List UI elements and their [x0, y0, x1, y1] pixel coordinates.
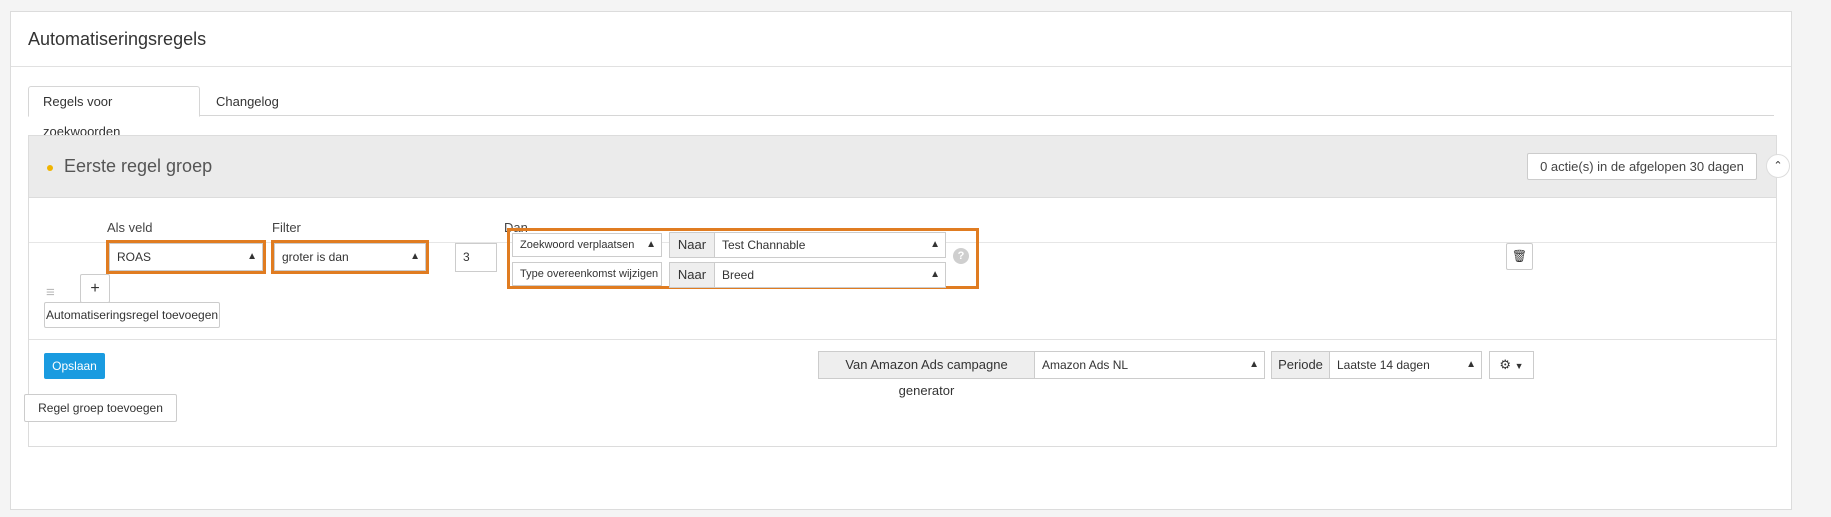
select-arrows-icon: ▲︎ [1249, 359, 1259, 370]
action-select-1[interactable]: Zoekwoord verplaatsen ▲︎ [512, 233, 662, 257]
source-label: Van Amazon Ads campagne generator [818, 351, 1035, 398]
period-select-value: Laatste 14 dagen [1337, 358, 1430, 372]
source-select[interactable]: Amazon Ads NL ▲︎ [1034, 351, 1265, 379]
column-header-field: Als veld [107, 220, 153, 235]
action-select-2-value: Type overeenkomst wijzigen [520, 268, 659, 280]
source-select-value: Amazon Ads NL [1042, 358, 1129, 372]
target-select-1[interactable]: Test Channable ▲︎ [714, 232, 946, 258]
plus-icon: + [90, 280, 100, 297]
add-rule-button[interactable]: Automatiseringsregel toevoegen [44, 302, 220, 328]
select-arrows-icon: ▲︎ [1466, 359, 1476, 370]
page-title: Automatiseringsregels [28, 29, 207, 49]
collapse-button[interactable]: ⌃ [1766, 154, 1790, 178]
period-select[interactable]: Laatste 14 dagen ▲︎ [1329, 351, 1482, 379]
to-label-1: Naar [669, 232, 715, 258]
target-select-2-value: Breed [722, 268, 755, 282]
help-icon[interactable]: ? [953, 248, 969, 264]
save-button[interactable]: Opslaan [44, 353, 105, 379]
trash-icon: 🗑 [1511, 249, 1528, 263]
select-arrows-icon: ▲︎ [930, 269, 940, 280]
automation-rules-panel: Automatiseringsregels Regels voor zoekwo… [10, 11, 1792, 510]
actions-count-badge: 0 actie(s) in de afgelopen 30 dagen [1527, 153, 1757, 180]
select-arrows-icon: ▲︎ [410, 251, 420, 262]
rule-group-header: Eerste regel groep 0 actie(s) in de afge… [29, 136, 1790, 198]
rule-group-title: Eerste regel groep [64, 156, 213, 176]
divider [29, 339, 1776, 340]
filter-select-value: groter is dan [282, 250, 349, 264]
select-arrows-icon: ▲︎ [646, 239, 656, 250]
add-rule-group-button[interactable]: Regel groep toevoegen [24, 394, 177, 422]
threshold-input[interactable]: 3 [455, 243, 497, 272]
to-label-2: Naar [669, 262, 715, 288]
settings-dropdown-button[interactable]: ⚙ ▼ [1489, 351, 1534, 379]
gear-icon: ⚙ [1499, 357, 1512, 372]
filter-select[interactable]: groter is dan ▲︎ [271, 240, 429, 274]
field-select[interactable]: ROAS ▲︎ [106, 240, 266, 274]
caret-down-icon: ▼ [1514, 361, 1524, 371]
action-select-2[interactable]: Type overeenkomst wijzigen [512, 262, 662, 286]
select-arrows-icon: ▲︎ [930, 239, 940, 250]
field-select-value: ROAS [117, 250, 152, 264]
chevron-up-icon: ⌃ [1773, 160, 1783, 172]
tab-changelog[interactable]: Changelog [201, 86, 291, 117]
drag-handle-icon[interactable]: ≡ [46, 284, 55, 301]
target-select-1-value: Test Channable [722, 238, 806, 252]
rule-group: Eerste regel groep 0 actie(s) in de afge… [28, 135, 1790, 447]
select-arrows-icon: ▲︎ [247, 251, 257, 262]
tab-bar: Regels voor zoekwoorden Changelog [28, 86, 1774, 139]
add-condition-button[interactable]: + [80, 274, 110, 303]
column-header-filter: Filter [272, 220, 301, 235]
then-actions-box: Zoekwoord verplaatsen ▲︎ Naar Test Chann… [507, 228, 979, 289]
period-label: Periode [1271, 351, 1330, 379]
delete-rule-button[interactable]: 🗑 [1506, 243, 1533, 270]
tab-keyword-rules[interactable]: Regels voor zoekwoorden [28, 86, 200, 139]
action-select-1-value: Zoekwoord verplaatsen [520, 239, 635, 251]
target-select-2[interactable]: Breed ▲︎ [714, 262, 946, 288]
panel-header: Automatiseringsregels [11, 12, 1791, 67]
status-dot-icon [47, 165, 53, 171]
